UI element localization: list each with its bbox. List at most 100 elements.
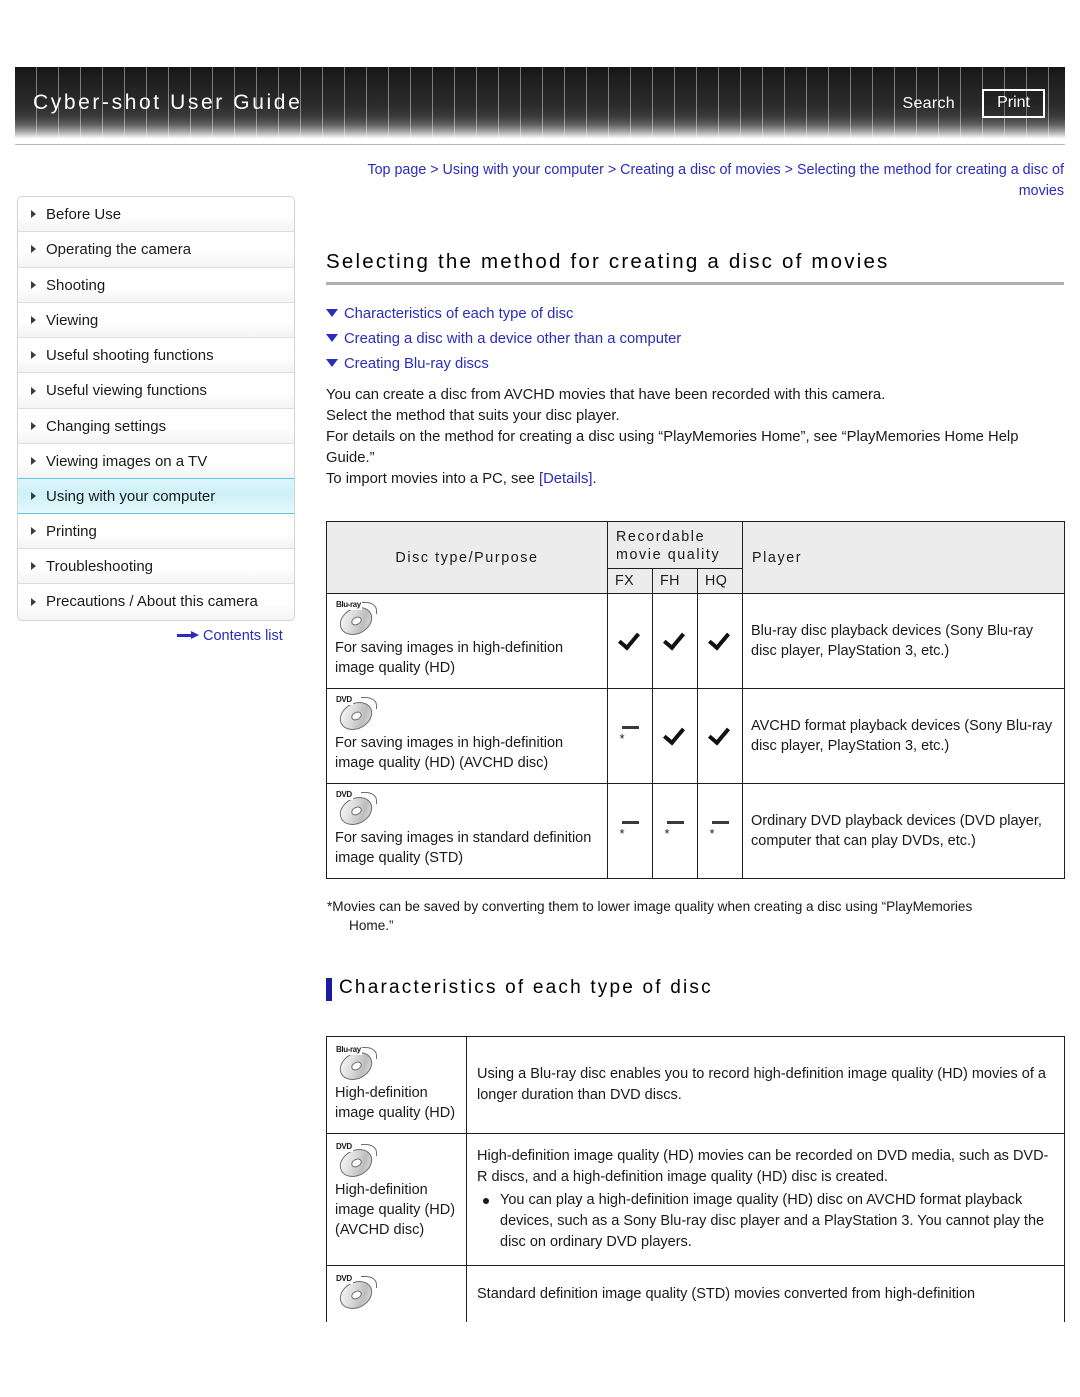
header-divider	[15, 144, 1065, 145]
asterisk-marker: *	[619, 825, 625, 841]
sidebar-item-label: Changing settings	[46, 417, 167, 435]
anchor-link-2[interactable]: Creating a disc with a device other than…	[326, 327, 1064, 352]
sidebar-item-useful-shooting-functions[interactable]: Useful shooting functions	[18, 338, 294, 374]
sidebar-item-viewing-images-on-a-tv[interactable]: Viewing images on a TV	[18, 444, 294, 480]
contents-list-link[interactable]: Contents list	[177, 628, 283, 644]
cell-fx-mark: *	[607, 783, 653, 880]
intro-paragraph: You can create a disc from AVCHD movies …	[326, 385, 1064, 489]
asterisk-marker: *	[619, 730, 625, 746]
section-heading-marker	[326, 978, 332, 1002]
disc-swoop	[361, 602, 377, 615]
cell-disc-description: High-definition image quality (HD) movie…	[466, 1133, 1065, 1267]
table-header-row-1: Disc type/Purpose Recordable movie quali…	[326, 521, 1065, 595]
check-icon	[619, 628, 641, 650]
cell-hq-mark	[697, 688, 743, 785]
dvd-disc-icon: DVD	[334, 790, 381, 831]
disc-format-label: Blu-ray	[335, 1045, 362, 1056]
triangle-right-icon	[31, 210, 36, 219]
triangle-right-icon	[31, 457, 36, 466]
check-icon	[664, 628, 686, 650]
asterisk-marker: *	[664, 825, 670, 841]
sidebar-item-printing[interactable]: Printing	[18, 513, 294, 549]
triangle-right-icon	[31, 421, 36, 430]
disc-purpose-text: For saving images in high-definition ima…	[335, 735, 564, 772]
triangle-right-icon	[31, 386, 36, 395]
page-title: Selecting the method for creating a disc…	[326, 250, 890, 273]
disc-swoop	[361, 1276, 377, 1289]
cell-player: AVCHD format playback devices (Sony Blu-…	[742, 688, 1065, 785]
sidebar-item-operating-the-camera[interactable]: Operating the camera	[18, 232, 294, 268]
sidebar-item-label: Useful viewing functions	[46, 382, 207, 400]
section-heading: Characteristics of each type of disc	[326, 977, 1064, 1002]
sidebar-item-troubleshooting[interactable]: Troubleshooting	[18, 548, 294, 585]
triangle-right-icon	[31, 492, 36, 501]
print-button[interactable]: Print	[982, 89, 1045, 118]
sidebar-item-label: Printing	[46, 522, 97, 540]
sidebar-item-precautions-about-this-camera[interactable]: Precautions / About this camera	[18, 584, 294, 620]
breadcrumb[interactable]: Top page > Using with your computer > Cr…	[326, 160, 1064, 202]
disc-format-label: DVD	[335, 1274, 353, 1285]
anchor-link-label: Characteristics of each type of disc	[344, 306, 574, 322]
disc-format-label: DVD	[335, 1142, 353, 1153]
sidebar-item-viewing[interactable]: Viewing	[18, 302, 294, 339]
anchor-link-label: Creating a disc with a device other than…	[344, 330, 682, 347]
section-heading-label: Characteristics of each type of disc	[339, 977, 713, 999]
cell-disc-purpose: DVD For saving images in high-definition …	[326, 688, 608, 785]
details-link[interactable]: [Details]	[539, 471, 592, 487]
anchor-link-list: Characteristics of each type of disc Crea…	[326, 302, 1064, 376]
anchor-link-1[interactable]: Characteristics of each type of disc	[326, 302, 1064, 327]
cell-disc-purpose: DVD For saving images in standard definit…	[326, 783, 608, 880]
disc-type-table-head: Disc type/Purpose Recordable movie quali…	[326, 521, 1065, 595]
sidebar-item-label: Before Use	[46, 206, 122, 223]
disc-characteristics-table-body: Blu-ray High-definition image quality (HD…	[326, 1036, 1065, 1324]
disc-purpose-text: For saving images in standard definition…	[335, 830, 592, 867]
sidebar-item-shooting[interactable]: Shooting	[18, 267, 294, 303]
page-bottom-mask	[0, 1322, 1080, 1397]
asterisk-marker: *	[709, 825, 715, 841]
disc-swoop	[361, 1047, 377, 1060]
cell-disc-caption: DVD High-definition image quality (HD) (A…	[326, 1133, 467, 1267]
intro-line-4-pre: To import movies into a PC, see	[326, 470, 539, 487]
disc-description-text: Using a Blu-ray disc enables you to reco…	[477, 1066, 1046, 1104]
th-hq: HQ	[697, 568, 743, 595]
disc-swoop	[361, 697, 377, 710]
table-row: DVD For saving images in high-definition …	[326, 688, 1065, 785]
app-header: Cyber-shot User Guide Search Print	[15, 67, 1065, 139]
sidebar-item-before-use[interactable]: Before Use	[18, 197, 294, 233]
sidebar-nav: Before Use Operating the camera Shooting Vi…	[17, 196, 295, 621]
th-recordable-quality: Recordable movie quality	[607, 521, 743, 570]
dash-with-asterisk-icon: *	[619, 820, 639, 840]
table-row: DVD For saving images in standard definit…	[326, 783, 1065, 880]
sidebar-item-label: Viewing images on a TV	[46, 453, 208, 471]
app-title: Cyber-shot User Guide	[33, 91, 303, 114]
triangle-right-icon	[31, 351, 36, 360]
cell-fh-mark	[652, 593, 698, 690]
sidebar-item-useful-viewing-functions[interactable]: Useful viewing functions	[18, 373, 294, 409]
dash-with-asterisk-icon: *	[619, 725, 639, 745]
footnote-line-2: Home.”	[349, 918, 394, 934]
disc-description-text: High-definition image quality (HD) movie…	[477, 1148, 1049, 1186]
sidebar-item-using-with-your-computer[interactable]: Using with your computer	[18, 478, 294, 514]
triangle-down-icon	[326, 333, 338, 342]
disc-type-table: Disc type/Purpose Recordable movie quali…	[326, 521, 1065, 880]
sidebar-item-label: Using with your computer	[46, 488, 216, 506]
cell-disc-caption: Blu-ray High-definition image quality (HD…	[326, 1036, 467, 1135]
sidebar-item-changing-settings[interactable]: Changing settings	[18, 408, 294, 445]
dvd-disc-icon: DVD	[334, 695, 381, 736]
search-button[interactable]: Search	[903, 95, 956, 113]
triangle-right-icon	[31, 562, 36, 571]
sidebar-item-label: Shooting	[46, 276, 106, 294]
blu-ray-disc-icon: Blu-ray	[334, 1045, 381, 1086]
th-fh: FH	[652, 568, 698, 595]
dvd-disc-icon: DVD	[334, 1142, 381, 1183]
intro-line-4-post: .	[592, 470, 597, 487]
cell-hq-mark: *	[697, 783, 743, 880]
table-row: Blu-ray High-definition image quality (HD…	[326, 1036, 1065, 1135]
cell-disc-description: Standard definition image quality (STD) …	[466, 1265, 1065, 1324]
anchor-link-3[interactable]: Creating Blu-ray discs	[326, 352, 1064, 377]
dash-with-asterisk-icon: *	[664, 820, 684, 840]
cell-disc-purpose: Blu-ray For saving images in high-definit…	[326, 593, 608, 690]
sidebar-item-label: Troubleshooting	[46, 557, 154, 575]
dash-with-asterisk-icon: *	[709, 820, 729, 840]
dash-icon	[621, 820, 639, 824]
